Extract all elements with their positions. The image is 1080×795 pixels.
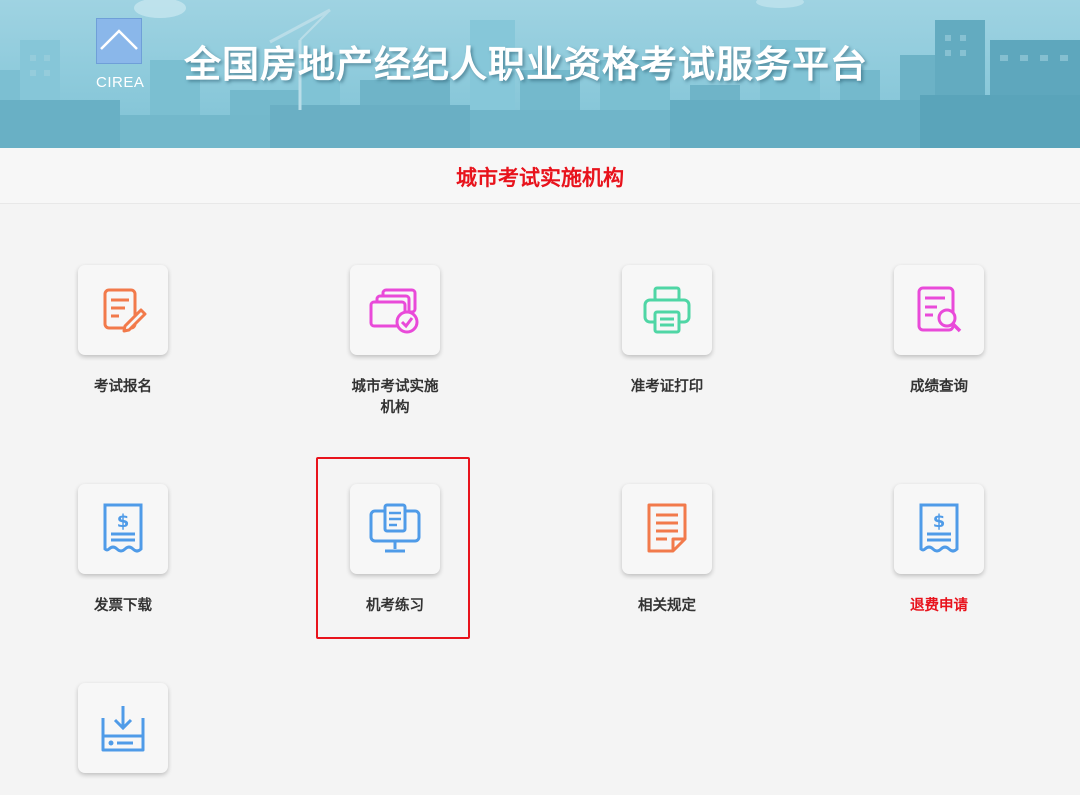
svg-text:$: $ [117,511,130,532]
tile-label: 成绩查询 [910,379,968,395]
tile-invoice-download[interactable]: $ 发票下载 [48,484,198,617]
tile-label: 相关规定 [638,598,696,614]
refund-receipt-icon: $ [919,503,959,553]
download-tray-icon [101,706,145,752]
tile-icon-box[interactable] [78,265,168,355]
tile-label: 发票下载 [94,598,152,614]
tile-label: 准考证打印 [630,379,704,395]
tile-regulations[interactable]: 相关规定 [592,484,742,617]
header-banner: CIREA 全国房地产经纪人职业资格考试服务平台 [0,0,1080,148]
tile-label: 考试报名 [94,379,152,395]
site-title: 全国房地产经纪人职业资格考试服务平台 [184,43,868,86]
house-roof-icon [100,29,138,50]
registration-form-icon [103,288,147,333]
tile-icon-box[interactable] [894,265,984,355]
tile-icon-box[interactable]: $ [894,484,984,574]
tile-download[interactable] [48,683,198,795]
tile-icon-box[interactable] [622,265,712,355]
tile-icon-box[interactable]: $ [78,484,168,574]
tile-exam-registration[interactable]: 考试报名 [48,265,198,398]
cirea-logo[interactable] [96,18,142,64]
tile-icon-box[interactable] [622,484,712,574]
invoice-icon: $ [103,503,143,553]
tile-refund-application[interactable]: $ 退费申请 [864,484,1014,617]
tile-label: 城市考试实施机构 [351,379,439,416]
certificate-cards-icon [369,288,419,334]
document-search-icon [917,286,962,333]
section-title: 城市考试实施机构 [456,166,624,190]
tile-label: 退费申请 [910,598,968,614]
tile-icon-box[interactable] [78,683,168,773]
tile-score-query[interactable]: 成绩查询 [864,265,1014,398]
logo-text: CIREA [96,74,145,91]
section-header: 城市考试实施机构 [0,148,1080,204]
highlight-frame [316,457,470,639]
tile-icon-box[interactable] [350,265,440,355]
regulations-document-icon [647,503,687,553]
tile-city-exam-institution[interactable]: 城市考试实施机构 [320,265,470,419]
printer-icon [643,286,691,334]
tile-admission-ticket-print[interactable]: 准考证打印 [592,265,742,398]
svg-text:$: $ [933,511,946,532]
